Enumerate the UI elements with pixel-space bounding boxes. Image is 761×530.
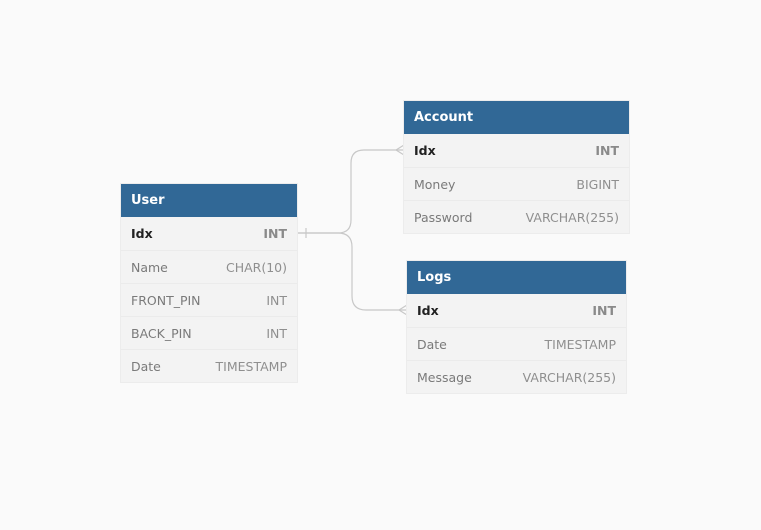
erd-canvas: User Idx INT Name CHAR(10) FRONT_PIN INT… — [0, 0, 761, 530]
column-name: Idx — [131, 226, 153, 241]
relationship-user-account — [298, 149, 404, 234]
column-type: CHAR(10) — [225, 259, 287, 275]
column-name: Name — [131, 259, 168, 275]
column-type: VARCHAR(255) — [525, 209, 619, 225]
column-type: INT — [263, 226, 287, 241]
column-name: Message — [417, 369, 472, 385]
table-account[interactable]: Account Idx INT Money BIGINT Password VA… — [404, 101, 629, 233]
table-row[interactable]: Message VARCHAR(255) — [407, 360, 626, 393]
column-name: Date — [131, 358, 161, 374]
table-row[interactable]: Name CHAR(10) — [121, 250, 297, 283]
column-name: FRONT_PIN — [131, 292, 201, 308]
column-name: Idx — [417, 303, 439, 318]
table-row[interactable]: Idx INT — [404, 134, 629, 167]
column-type: BIGINT — [576, 176, 619, 192]
column-type: INT — [592, 303, 616, 318]
column-name: Password — [414, 209, 473, 225]
table-row[interactable]: FRONT_PIN INT — [121, 283, 297, 316]
table-row[interactable]: BACK_PIN INT — [121, 316, 297, 349]
table-user[interactable]: User Idx INT Name CHAR(10) FRONT_PIN INT… — [121, 184, 297, 382]
column-name: Idx — [414, 143, 436, 158]
table-row[interactable]: Idx INT — [121, 217, 297, 250]
table-row[interactable]: Money BIGINT — [404, 167, 629, 200]
column-type: INT — [266, 292, 287, 308]
table-row[interactable]: Date TIMESTAMP — [407, 327, 626, 360]
column-type: VARCHAR(255) — [522, 369, 616, 385]
table-row[interactable]: Date TIMESTAMP — [121, 349, 297, 382]
column-type: TIMESTAMP — [544, 336, 616, 352]
column-name: BACK_PIN — [131, 325, 192, 341]
column-type: INT — [266, 325, 287, 341]
table-header[interactable]: Logs — [407, 261, 626, 294]
table-row[interactable]: Idx INT — [407, 294, 626, 327]
column-name: Date — [417, 336, 447, 352]
relationship-connectors — [298, 144, 408, 316]
table-header[interactable]: User — [121, 184, 297, 217]
relationship-user-logs — [298, 232, 407, 311]
table-header[interactable]: Account — [404, 101, 629, 134]
column-name: Money — [414, 176, 456, 192]
table-row[interactable]: Password VARCHAR(255) — [404, 200, 629, 233]
column-type: TIMESTAMP — [215, 358, 287, 374]
table-logs[interactable]: Logs Idx INT Date TIMESTAMP Message VARC… — [407, 261, 626, 393]
column-type: INT — [595, 143, 619, 158]
